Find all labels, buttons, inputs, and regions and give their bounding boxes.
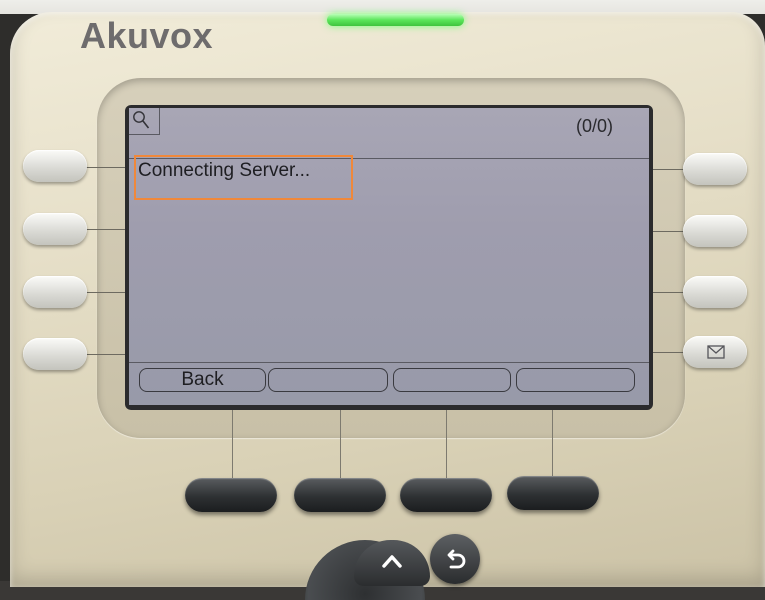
connector-line <box>85 292 125 293</box>
connector-line <box>653 352 687 353</box>
line-key-left-4[interactable] <box>23 338 87 370</box>
search-icon <box>133 111 150 129</box>
line-key-right-1[interactable] <box>683 153 747 185</box>
line-key-left-2[interactable] <box>23 213 87 245</box>
bottom-softkey-4[interactable] <box>507 476 599 510</box>
status-highlight-box <box>134 155 353 200</box>
message-counter: (0/0) <box>575 116 613 136</box>
softkey-2[interactable] <box>268 368 388 392</box>
line-key-left-3[interactable] <box>23 276 87 308</box>
connector-line <box>653 169 687 170</box>
connector-line <box>653 231 687 232</box>
softkey-row: Back <box>129 362 649 405</box>
chevron-up-icon <box>382 555 402 568</box>
connector-line <box>446 410 447 482</box>
bottom-softkey-3[interactable] <box>400 478 492 512</box>
softkey-4[interactable] <box>516 368 635 392</box>
softkey-back[interactable]: Back <box>139 368 266 392</box>
lcd-top-region: (0/0) <box>129 108 649 159</box>
line-key-right-2[interactable] <box>683 215 747 247</box>
connector-line <box>552 410 553 482</box>
softkey-3[interactable] <box>393 368 511 392</box>
connector-line <box>85 354 125 355</box>
brand-logo: Akuvox <box>80 15 214 56</box>
line-key-right-3[interactable] <box>683 276 747 308</box>
bottom-softkey-1[interactable] <box>185 478 277 512</box>
search-box[interactable] <box>129 108 160 135</box>
connector-line <box>85 167 125 168</box>
back-arrow-icon <box>447 549 466 569</box>
bottom-softkey-2[interactable] <box>294 478 386 512</box>
connector-line <box>85 229 125 230</box>
message-key[interactable] <box>683 336 747 368</box>
connector-line <box>232 410 233 482</box>
lcd-screen: (0/0) Connecting Server... Back <box>129 108 649 405</box>
connector-line <box>653 292 687 293</box>
line-key-left-1[interactable] <box>23 150 87 182</box>
back-key[interactable] <box>430 534 480 584</box>
connector-line <box>340 410 341 482</box>
envelope-icon <box>707 345 725 359</box>
status-led <box>327 14 464 26</box>
